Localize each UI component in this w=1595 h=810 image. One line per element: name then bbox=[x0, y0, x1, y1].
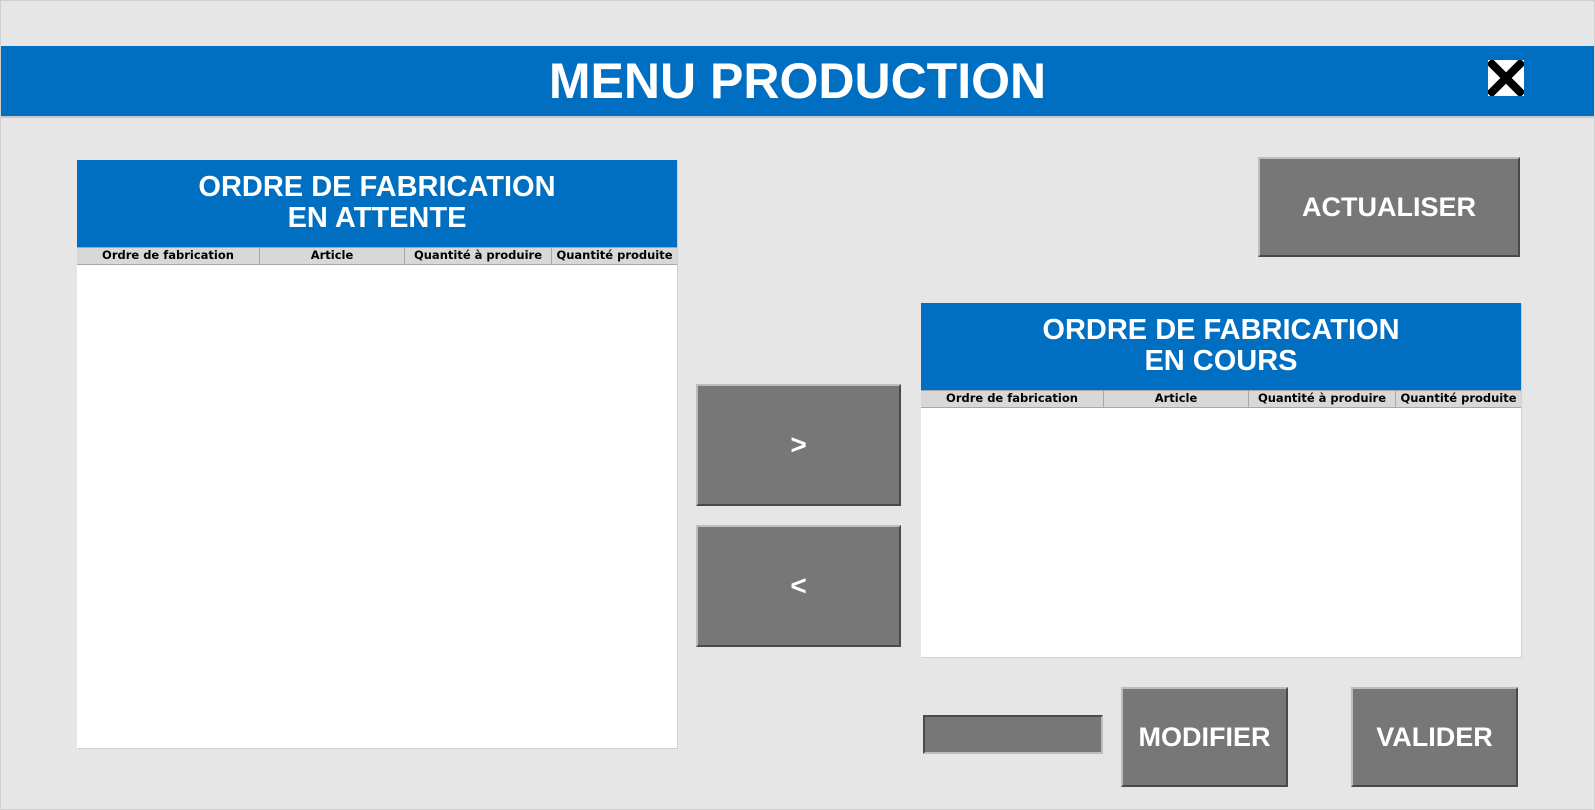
quantity-input[interactable] bbox=[923, 715, 1103, 754]
waiting-orders-table-header: Ordre de fabrication Article Quantité à … bbox=[77, 247, 677, 265]
waiting-orders-header: ORDRE DE FABRICATION EN ATTENTE bbox=[77, 160, 677, 247]
waiting-orders-title-line1: ORDRE DE FABRICATION bbox=[198, 171, 556, 203]
validate-button[interactable]: VALIDER bbox=[1351, 687, 1518, 787]
page-title: MENU PRODUCTION bbox=[548, 53, 1047, 109]
refresh-button[interactable]: ACTUALISER bbox=[1258, 157, 1520, 257]
column-header-order[interactable]: Ordre de fabrication bbox=[921, 391, 1104, 407]
in-progress-orders-table-body[interactable] bbox=[921, 408, 1521, 657]
in-progress-orders-panel: ORDRE DE FABRICATION EN COURS Ordre de f… bbox=[921, 303, 1521, 657]
close-button[interactable] bbox=[1488, 60, 1524, 96]
title-bar: MENU PRODUCTION bbox=[1, 46, 1594, 116]
waiting-orders-table-body[interactable] bbox=[77, 265, 677, 748]
column-header-article[interactable]: Article bbox=[1104, 391, 1249, 407]
in-progress-orders-header: ORDRE DE FABRICATION EN COURS bbox=[921, 303, 1521, 390]
column-header-qty-to-produce[interactable]: Quantité à produire bbox=[1249, 391, 1396, 407]
modify-button[interactable]: MODIFIER bbox=[1121, 687, 1288, 787]
column-header-order[interactable]: Ordre de fabrication bbox=[77, 248, 260, 264]
column-header-qty-produced[interactable]: Quantité produite bbox=[1396, 391, 1521, 407]
column-header-qty-produced[interactable]: Quantité produite bbox=[552, 248, 677, 264]
column-header-article[interactable]: Article bbox=[260, 248, 405, 264]
in-progress-orders-title-line1: ORDRE DE FABRICATION bbox=[1042, 314, 1400, 346]
column-header-qty-to-produce[interactable]: Quantité à produire bbox=[405, 248, 552, 264]
close-icon bbox=[1488, 60, 1524, 96]
move-right-button[interactable]: > bbox=[696, 384, 901, 506]
move-left-button[interactable]: < bbox=[696, 525, 901, 647]
in-progress-orders-title-line2: EN COURS bbox=[1144, 345, 1298, 377]
waiting-orders-title-line2: EN ATTENTE bbox=[287, 202, 467, 234]
in-progress-orders-table-header: Ordre de fabrication Article Quantité à … bbox=[921, 390, 1521, 408]
waiting-orders-panel: ORDRE DE FABRICATION EN ATTENTE Ordre de… bbox=[77, 160, 677, 748]
